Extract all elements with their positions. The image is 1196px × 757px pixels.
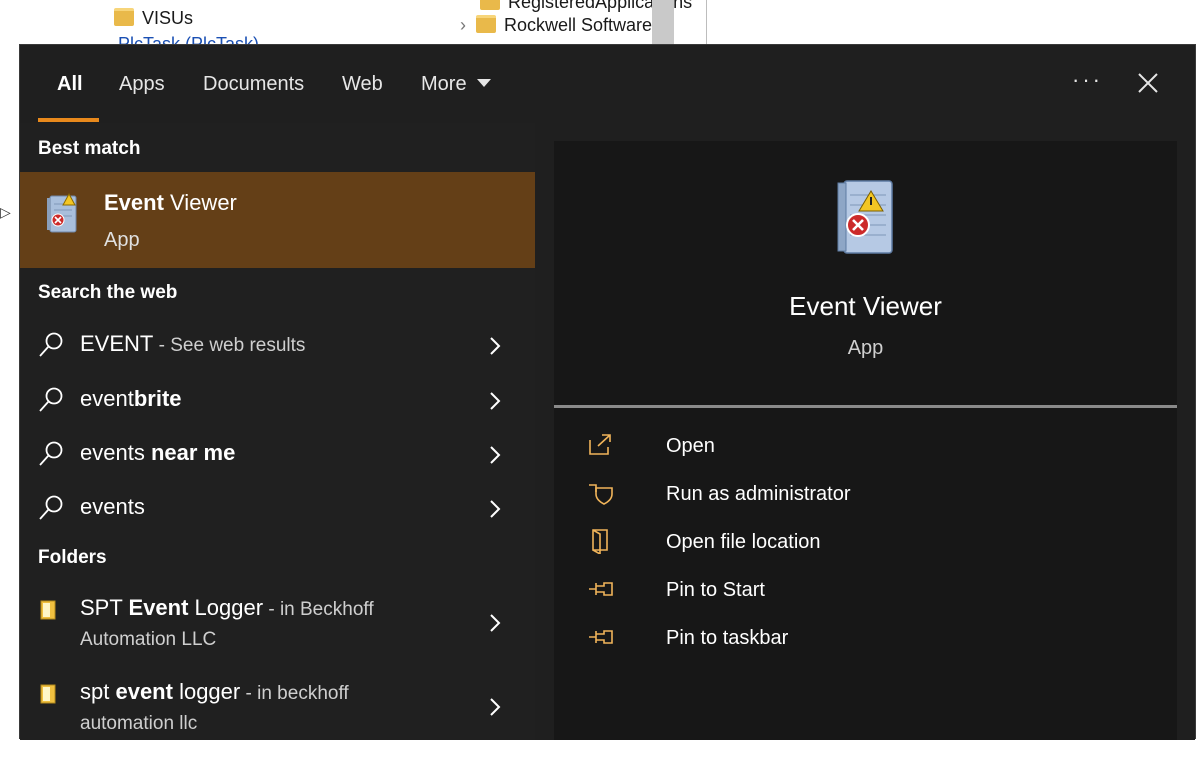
- folder-result-name: SPT Event Logger - in Beckhoff: [80, 595, 374, 620]
- action-pin-to-start-label: Pin to Start: [666, 579, 765, 601]
- chevron-right-icon[interactable]: [488, 445, 502, 465]
- tree-item-plctask[interactable]: PlcTask (PlcTask): [118, 34, 259, 44]
- preview-subtitle: App: [847, 337, 884, 359]
- folder-result-location: automation llc: [80, 713, 198, 734]
- folder-icon: [40, 684, 56, 704]
- web-result-row[interactable]: EVENT - See web results: [20, 321, 535, 371]
- web-result-text: eventbrite: [80, 386, 182, 411]
- tab-apps[interactable]: Apps: [119, 73, 165, 96]
- search-icon: [39, 441, 63, 466]
- event-viewer-icon: [837, 180, 893, 254]
- preview-pane: Event Viewer App Open Run as administrat…: [535, 123, 1195, 740]
- event-viewer-icon: [47, 192, 77, 233]
- web-result-text: events near me: [80, 440, 236, 465]
- tab-all[interactable]: All: [57, 73, 83, 96]
- action-pin-to-taskbar-label: Pin to taskbar: [666, 627, 789, 649]
- folder-result-row[interactable]: spt event logger - in beckhoff automatio…: [20, 677, 535, 757]
- action-pin-to-start[interactable]: Pin to Start: [588, 570, 1148, 610]
- tab-web[interactable]: Web: [342, 73, 383, 96]
- web-result-text: EVENT - See web results: [80, 331, 306, 356]
- web-result-row[interactable]: events near me: [20, 430, 535, 480]
- active-tab-indicator: [38, 118, 99, 122]
- best-match-subtitle: App: [104, 229, 140, 251]
- folder-icon: [40, 600, 56, 620]
- ellipsis-icon[interactable]: ···: [1072, 67, 1103, 93]
- pin-icon: [589, 582, 613, 596]
- shield-icon: [589, 484, 613, 505]
- section-folders: Folders: [38, 547, 107, 568]
- close-icon[interactable]: [1136, 71, 1160, 95]
- search-icon: [39, 332, 63, 357]
- pin-icon: [589, 630, 613, 644]
- action-open-label: Open: [666, 435, 715, 457]
- chevron-right-icon[interactable]: [488, 613, 502, 633]
- action-run-as-administrator[interactable]: Run as administrator: [588, 474, 1148, 514]
- action-list: Open Run as administrator Open file loca…: [554, 408, 1177, 740]
- expand-caret-icon[interactable]: ▷: [0, 204, 11, 221]
- tab-documents[interactable]: Documents: [203, 73, 304, 96]
- action-run-as-administrator-label: Run as administrator: [666, 483, 851, 505]
- web-result-row[interactable]: eventbrite: [20, 376, 535, 426]
- best-match-item[interactable]: Event Viewer App: [20, 172, 535, 268]
- tab-more-label: More: [421, 73, 467, 95]
- folder-icon: [476, 15, 496, 33]
- folder-result-location: Automation LLC: [80, 629, 217, 650]
- search-icon: [39, 495, 63, 520]
- action-pin-to-taskbar[interactable]: Pin to taskbar: [588, 618, 1148, 658]
- action-open[interactable]: Open: [588, 426, 1148, 466]
- caret-down-icon: [476, 79, 491, 87]
- folder-icon: [114, 8, 134, 26]
- app-preview: Event Viewer App: [554, 141, 1177, 405]
- tab-more[interactable]: More: [421, 73, 491, 96]
- preview-title: Event Viewer: [789, 291, 942, 321]
- search-icon: [39, 387, 63, 412]
- search-panel: All Apps Documents Web More ··· Best mat…: [19, 44, 1196, 740]
- chevron-right-icon[interactable]: [488, 336, 502, 356]
- open-external-icon: [589, 434, 611, 455]
- folder-result-name: spt event logger - in beckhoff: [80, 679, 349, 704]
- chevron-right-icon[interactable]: [488, 697, 502, 717]
- action-open-file-location[interactable]: Open file location: [588, 522, 1148, 562]
- chevron-right-icon[interactable]: [488, 391, 502, 411]
- chevron-right-icon[interactable]: ›: [460, 15, 466, 35]
- section-search-web: Search the web: [38, 282, 178, 303]
- folder-icon: [480, 0, 500, 10]
- tree-item-visus[interactable]: VISUs: [114, 8, 193, 29]
- web-result-row[interactable]: events: [20, 484, 535, 534]
- results-list: Best match Event Viewer App Search the w…: [20, 123, 535, 740]
- search-tab-bar: All Apps Documents Web More ···: [20, 45, 1195, 123]
- chevron-right-icon[interactable]: [488, 499, 502, 519]
- best-match-title: Event Viewer: [104, 190, 237, 215]
- file-location-icon: [592, 529, 608, 554]
- folder-result-row[interactable]: SPT Event Logger - in Beckhoff Automatio…: [20, 593, 535, 673]
- section-best-match: Best match: [38, 138, 141, 159]
- action-open-file-location-label: Open file location: [666, 531, 821, 553]
- web-result-text: events: [80, 494, 145, 519]
- tree-item-rockwell-software[interactable]: › Rockwell Software: [460, 15, 652, 36]
